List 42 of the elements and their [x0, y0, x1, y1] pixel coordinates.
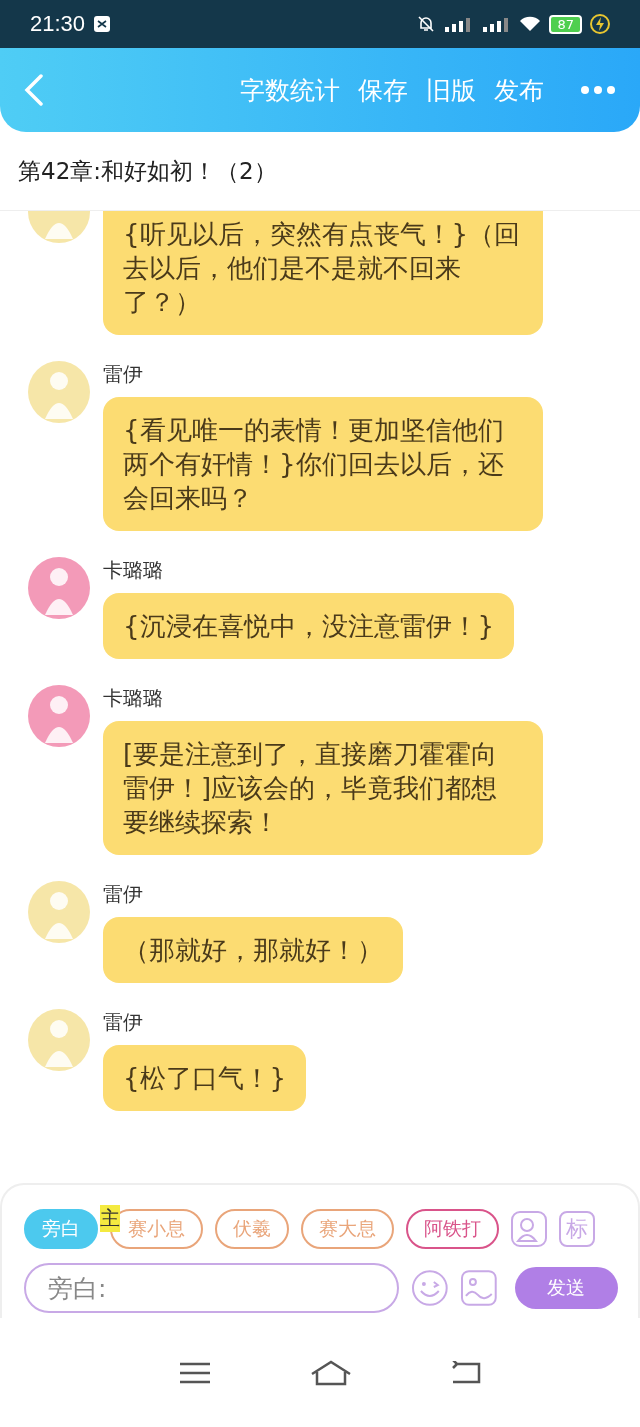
message-bubble: {松了口气！} [103, 1045, 307, 1111]
input-field[interactable]: 旁白: [24, 1263, 400, 1313]
header-action[interactable]: 发布 [494, 73, 544, 107]
clock: 21:30 [30, 11, 86, 37]
message-bubble: [要是注意到了，直接磨刀霍霍向雷伊！]应该会的，毕竟我们都想要继续探索！ [103, 721, 543, 855]
image-icon[interactable] [461, 1270, 497, 1306]
speaker-name: 雷伊 [103, 881, 143, 907]
tag-button[interactable]: 标 [559, 1211, 595, 1247]
speaker-name: 雷伊 [103, 1009, 143, 1035]
avatar-figure[interactable] [28, 881, 90, 943]
send-button[interactable]: 发送 [514, 1267, 618, 1309]
battery-level: 87 [549, 14, 582, 34]
more-icon[interactable] [580, 85, 616, 95]
chapter-title: 第42章:和好如初！（2） [18, 156, 277, 186]
avatar-figure[interactable] [28, 685, 90, 747]
role-chip[interactable]: 伏羲 [215, 1209, 289, 1249]
speaker-name: 卡璐璐 [103, 557, 163, 583]
avatar-figure[interactable] [28, 361, 90, 423]
message-bubble: {听见以后，突然有点丧气！}（回去以后，他们是不是就不回来了？） [103, 211, 543, 335]
header-action[interactable]: 旧版 [426, 73, 476, 107]
message-bubble: {沉浸在喜悦中，没注意雷伊！} [103, 593, 515, 659]
message-bubble: {看见唯一的表情！更加坚信他们两个有奸情！}你们回去以后，还会回来吗？ [103, 397, 543, 531]
header-action[interactable]: 保存 [358, 73, 408, 107]
role-chip[interactable]: 阿铁打 [406, 1209, 499, 1249]
charging-icon [590, 14, 610, 34]
main-tag: 主 [100, 1205, 120, 1232]
person-icon[interactable] [511, 1211, 547, 1247]
speaker-name: 雷伊 [103, 361, 143, 387]
back-icon[interactable] [450, 1360, 481, 1385]
avatar-figure[interactable] [28, 557, 90, 619]
menu-icon[interactable] [179, 1360, 212, 1385]
header-action[interactable]: 字数统计 [240, 73, 340, 107]
message-bubble: （那就好，那就好！） [103, 917, 403, 983]
mute-bell-icon [417, 15, 436, 33]
role-chip[interactable]: 旁白 [24, 1209, 98, 1249]
home-icon[interactable] [310, 1359, 352, 1386]
avatar-figure[interactable] [28, 1009, 90, 1071]
wifi-icon [519, 15, 542, 33]
speaker-name: 卡璐璐 [103, 685, 163, 711]
role-chip[interactable]: 赛大息 [301, 1209, 394, 1249]
app-notification-icon [93, 15, 112, 33]
emoji-icon[interactable] [411, 1269, 450, 1307]
